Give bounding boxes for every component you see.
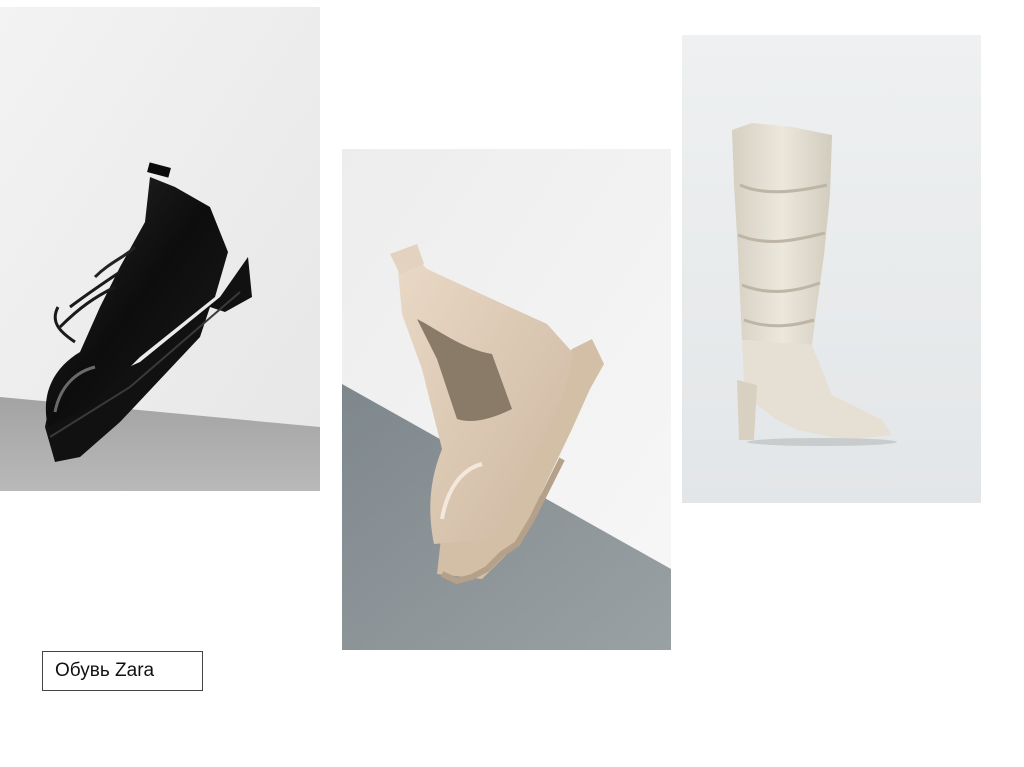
oxford-shoe-photo [0,7,320,491]
knee-boot-photo [682,35,981,503]
chelsea-boot-image [342,149,671,650]
caption-box: Обувь Zara [42,651,203,691]
caption-text: Обувь Zara [55,660,155,681]
oxford-shoe-image [0,7,320,491]
chelsea-boot-photo [342,149,671,650]
knee-boot-image [682,35,981,503]
